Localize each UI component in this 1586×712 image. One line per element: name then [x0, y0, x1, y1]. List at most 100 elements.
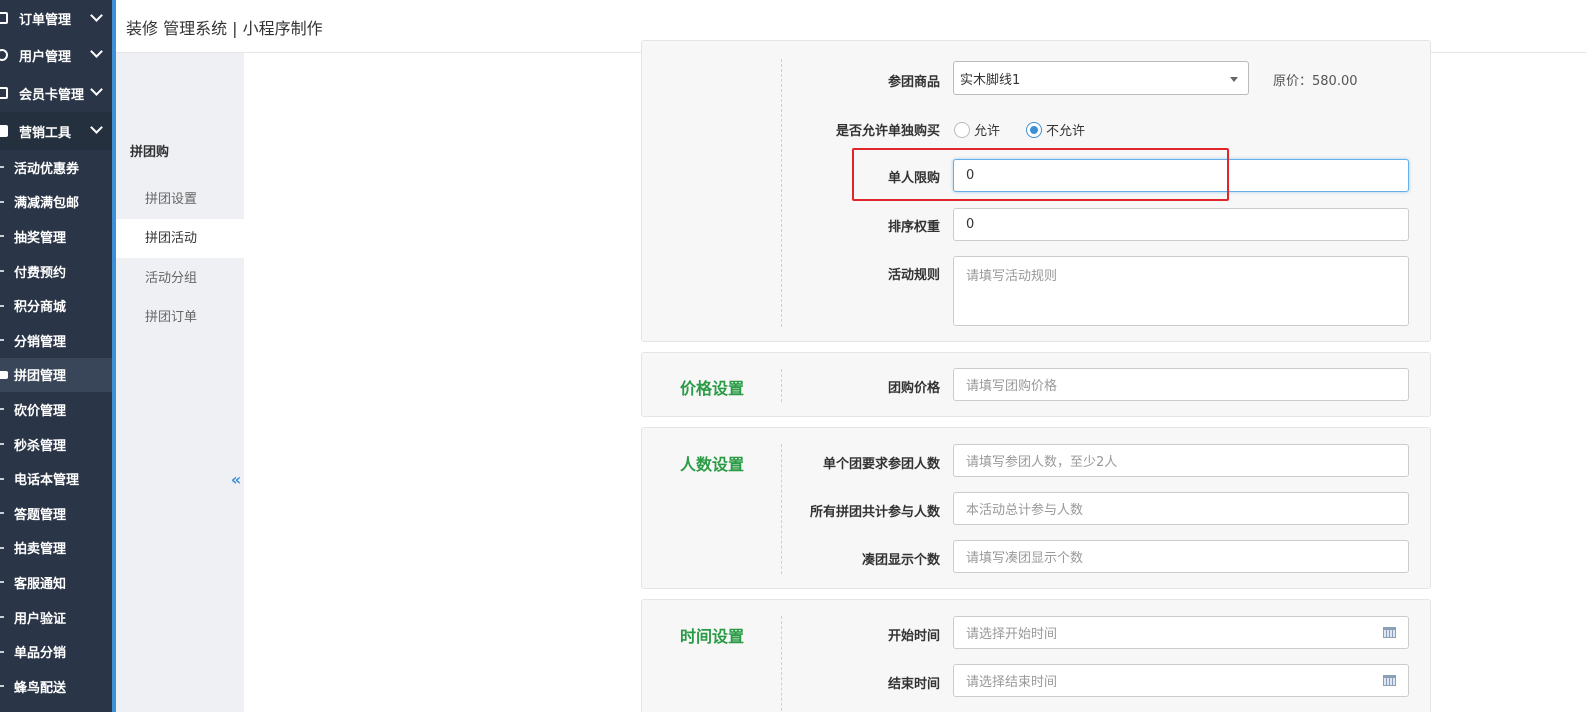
marketing-icon	[0, 125, 8, 137]
card-icon	[0, 87, 8, 99]
chevron-down-icon	[90, 45, 103, 58]
panel-divider	[781, 616, 782, 712]
bullet-icon	[0, 443, 4, 446]
bullet-icon	[0, 512, 4, 515]
sidebar-item-label: 积分商城	[14, 300, 67, 316]
subnav-item-orders[interactable]: 拼团订单	[116, 298, 244, 337]
bullet-icon	[0, 546, 4, 549]
group-price-label: 团购价格	[887, 381, 940, 396]
end-time-placeholder: 请选择结束时间	[966, 675, 1058, 690]
sidebar-item-service-notice[interactable]: 客服通知	[0, 565, 112, 600]
product-select-value: 实木脚线1	[960, 72, 1021, 88]
sidebar-item-single-distribution[interactable]: 单品分销	[0, 634, 112, 669]
rules-textarea[interactable]: 请填写活动规则	[953, 256, 1409, 326]
sidebar-item-coupons[interactable]: 活动优惠券	[0, 150, 112, 185]
sidebar-item-label: 单品分销	[14, 646, 67, 662]
sidebar-group-label: 营销工具	[19, 125, 72, 141]
rules-placeholder: 请填写活动规则	[966, 269, 1058, 284]
group-icon	[0, 370, 8, 379]
sidebar-item-phonebook[interactable]: 电话本管理	[0, 461, 112, 496]
chevron-down-icon	[90, 83, 103, 96]
sidebar-item-paid-booking[interactable]: 付费预约	[0, 254, 112, 289]
start-time-label: 开始时间	[887, 629, 940, 644]
sidebar-group-orders[interactable]: 订单管理	[0, 0, 112, 36]
total-participants-input[interactable]: 本活动总计参与人数	[953, 492, 1409, 525]
sidebar-item-bargain[interactable]: 砍价管理	[0, 392, 112, 427]
left-sidebar: 订单管理 用户管理 会员卡管理 营销工具 活动优惠券 满减满包邮 抽奖管理 付费…	[0, 0, 116, 712]
original-price: 原价：580.00	[1273, 74, 1358, 89]
sidebar-item-label: 活动优惠券	[14, 161, 80, 177]
subnav-item-settings[interactable]: 拼团设置	[116, 180, 244, 219]
disallow-radio[interactable]: 不允许	[1026, 120, 1085, 139]
subnav-item-activities[interactable]: 拼团活动	[116, 219, 244, 258]
time-settings-title: 时间设置	[680, 627, 745, 646]
orders-icon	[0, 12, 8, 24]
sidebar-item-distribution[interactable]: 分销管理	[0, 323, 112, 358]
per-group-input[interactable]: 请填写参团人数，至少2人	[953, 444, 1409, 477]
panel-divider	[781, 59, 782, 327]
display-count-label: 凑团显示个数	[861, 553, 940, 568]
radio-circle[interactable]	[954, 121, 970, 138]
panel-divider	[781, 444, 782, 574]
sidebar-item-quiz[interactable]: 答题管理	[0, 496, 112, 531]
bullet-icon	[0, 304, 4, 307]
calendar-icon[interactable]	[1383, 627, 1396, 638]
group-price-input[interactable]: 请填写团购价格	[953, 368, 1409, 401]
start-time-placeholder: 请选择开始时间	[966, 627, 1058, 642]
sidebar-item-label: 付费预约	[14, 265, 67, 281]
sidebar-group-label: 会员卡管理	[19, 87, 85, 103]
sidebar-item-flash-sale[interactable]: 秒杀管理	[0, 427, 112, 462]
sidebar-item-label: 蜂鸟配送	[14, 680, 67, 696]
sidebar-item-points-mall[interactable]: 积分商城	[0, 288, 112, 323]
display-count-placeholder: 请填写凑团显示个数	[966, 551, 1084, 566]
product-label: 参团商品	[887, 75, 940, 90]
time-settings-panel: 时间设置 开始时间 请选择开始时间 结束时间 请选择结束时间	[641, 599, 1431, 712]
end-time-input[interactable]: 请选择结束时间	[953, 664, 1409, 697]
sidebar-item-delivery[interactable]: 蜂鸟配送	[0, 669, 112, 704]
bullet-icon	[0, 477, 4, 480]
product-select[interactable]: 实木脚线1	[953, 61, 1249, 95]
sidebar-item-label: 用户验证	[14, 611, 67, 627]
sidebar-item-label: 砍价管理	[14, 403, 67, 419]
app-title: 装修 管理系统 | 小程序制作	[126, 19, 323, 38]
sidebar-item-user-verify[interactable]: 用户验证	[0, 600, 112, 635]
sidebar-item-label: 秒杀管理	[14, 438, 67, 454]
caret-down-icon	[1230, 77, 1238, 82]
chevron-down-icon	[90, 121, 103, 134]
people-settings-title: 人数设置	[680, 455, 745, 474]
sidebar-group-membership[interactable]: 会员卡管理	[0, 74, 112, 112]
bullet-icon	[0, 650, 4, 653]
start-time-input[interactable]: 请选择开始时间	[953, 616, 1409, 649]
people-settings-panel: 人数设置 单个团要求参团人数 请填写参团人数，至少2人 所有拼团共计参与人数 本…	[641, 427, 1431, 589]
disallow-radio-label: 不允许	[1046, 124, 1086, 139]
collapse-sidebar-button[interactable]: «	[228, 462, 244, 498]
bullet-icon	[0, 270, 4, 273]
sidebar-item-label: 拼团管理	[14, 369, 67, 385]
bullet-icon	[0, 685, 4, 688]
sidebar-item-discount-shipping[interactable]: 满减满包邮	[0, 185, 112, 220]
calendar-icon[interactable]	[1383, 675, 1396, 686]
sidebar-item-label: 分销管理	[14, 334, 67, 350]
total-participants-label: 所有拼团共计参与人数	[809, 505, 940, 520]
sidebar-group-users[interactable]: 用户管理	[0, 36, 112, 74]
sidebar-group-marketing[interactable]: 营销工具	[0, 112, 112, 150]
display-count-input[interactable]: 请填写凑团显示个数	[953, 540, 1409, 573]
sidebar-item-auction[interactable]: 拍卖管理	[0, 531, 112, 566]
secondary-nav: 拼团购 拼团设置 拼团活动 活动分组 拼团订单	[116, 53, 244, 712]
sort-weight-input[interactable]: 0	[953, 208, 1409, 241]
chevron-down-icon	[90, 9, 103, 22]
sidebar-group-label: 订单管理	[19, 12, 72, 28]
allow-single-label: 是否允许单独购买	[835, 124, 940, 139]
subnav-item-groups[interactable]: 活动分组	[116, 259, 244, 298]
bullet-icon	[0, 235, 4, 238]
sidebar-item-lottery[interactable]: 抽奖管理	[0, 219, 112, 254]
sidebar-item-label: 抽奖管理	[14, 230, 67, 246]
rules-label: 活动规则	[887, 268, 940, 283]
radio-circle-selected[interactable]	[1026, 121, 1042, 138]
allow-radio[interactable]: 允许	[954, 120, 1000, 139]
sort-label: 排序权重	[887, 220, 940, 235]
sidebar-item-label: 客服通知	[14, 576, 67, 592]
bullet-icon	[0, 166, 4, 169]
sidebar-item-label: 拍卖管理	[14, 542, 67, 558]
sidebar-item-group-buy[interactable]: 拼团管理	[0, 357, 112, 393]
